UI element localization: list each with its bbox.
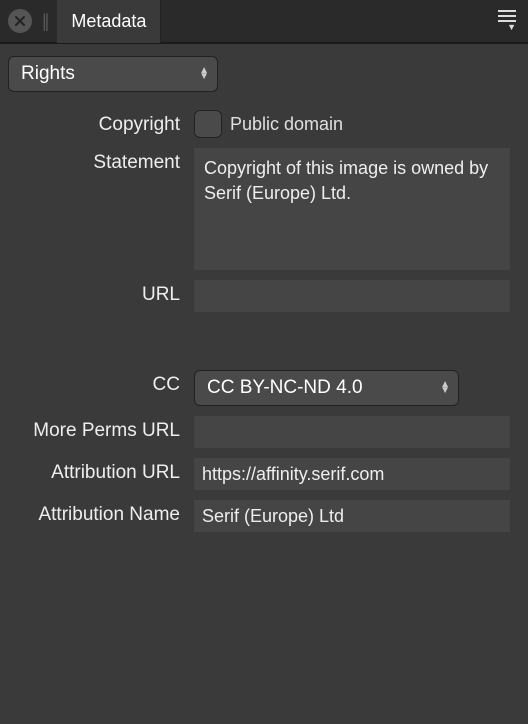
chevron-down-icon: ▼ xyxy=(507,22,516,32)
statement-textarea[interactable]: Copyright of this image is owned by Seri… xyxy=(194,148,510,270)
label-attribution-url: Attribution URL xyxy=(8,458,180,484)
public-domain-label: Public domain xyxy=(230,114,343,135)
stepper-arrows-icon: ▲▼ xyxy=(199,68,209,80)
rights-form: Copyright Public domain Statement Copyri… xyxy=(8,110,520,532)
cc-dropdown[interactable]: CC BY-NC-ND 4.0 ▲▼ xyxy=(194,370,459,406)
attribution-url-value: https://affinity.serif.com xyxy=(202,464,384,485)
dropdown-value: Rights xyxy=(21,63,75,85)
attribution-name-value: Serif (Europe) Ltd xyxy=(202,506,344,527)
label-more-perms: More Perms URL xyxy=(8,416,180,442)
panel-body: Rights ▲▼ Copyright Public domain Statem… xyxy=(0,44,528,544)
tab-metadata[interactable]: Metadata xyxy=(57,0,161,43)
tab-label: Metadata xyxy=(71,11,146,32)
divider-icon: || xyxy=(42,11,47,32)
panel-menu-button[interactable]: ▼ xyxy=(494,6,520,36)
stepper-arrows-icon: ▲▼ xyxy=(440,382,450,394)
label-copyright: Copyright xyxy=(8,110,180,136)
hamburger-icon xyxy=(498,10,516,22)
public-domain-checkbox[interactable] xyxy=(194,110,222,138)
statement-value: Copyright of this image is owned by Seri… xyxy=(204,158,488,203)
attribution-name-input[interactable]: Serif (Europe) Ltd xyxy=(194,500,510,532)
attribution-url-input[interactable]: https://affinity.serif.com xyxy=(194,458,510,490)
label-url: URL xyxy=(8,280,180,306)
label-statement: Statement xyxy=(8,148,180,174)
more-perms-input[interactable] xyxy=(194,416,510,448)
url-input[interactable] xyxy=(194,280,510,312)
category-dropdown[interactable]: Rights ▲▼ xyxy=(8,56,218,92)
close-icon[interactable] xyxy=(8,9,32,33)
label-attribution-name: Attribution Name xyxy=(8,500,180,526)
cc-value: CC BY-NC-ND 4.0 xyxy=(207,377,363,399)
panel-titlebar: || Metadata ▼ xyxy=(0,0,528,44)
label-cc: CC xyxy=(8,370,180,396)
